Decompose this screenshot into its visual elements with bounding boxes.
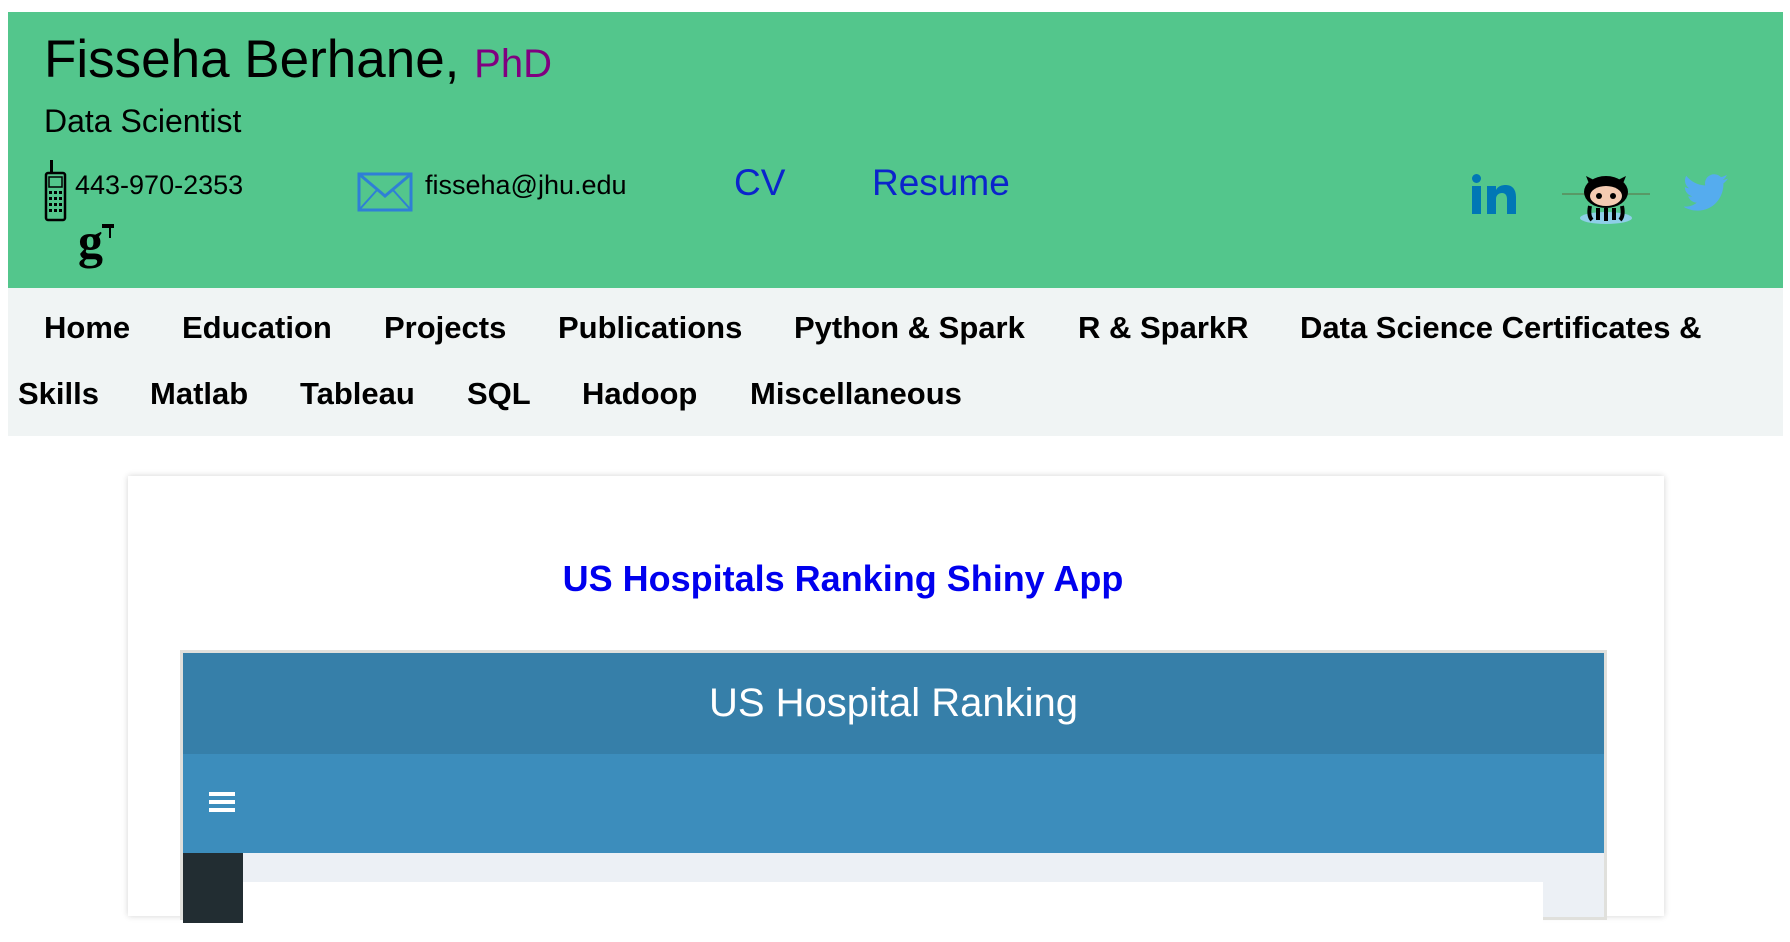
- app-navbar: [183, 754, 1604, 853]
- nav-item-python-spark[interactable]: Python & Spark: [794, 312, 1025, 343]
- linkedin-icon[interactable]: [1472, 174, 1516, 219]
- page-title[interactable]: US Hospitals Ranking Shiny App: [128, 558, 1558, 600]
- nav-item-miscellaneous[interactable]: Miscellaneous: [750, 378, 962, 409]
- author-name-text: Fisseha Berhane,: [44, 30, 460, 89]
- nav-item-tableau[interactable]: Tableau: [300, 378, 415, 409]
- twitter-icon[interactable]: [1683, 174, 1728, 217]
- phone-icon: [42, 160, 68, 227]
- resume-link[interactable]: Resume: [872, 162, 1010, 204]
- google-scholar-icon[interactable]: g: [76, 213, 116, 275]
- mail-icon[interactable]: [357, 172, 413, 217]
- author-name: Fisseha Berhane, PhD: [44, 28, 552, 92]
- nav-item-skills[interactable]: Skills: [18, 378, 99, 409]
- nav-item-data-science-certificates[interactable]: Data Science Certificates &: [1300, 312, 1701, 343]
- nav-item-education[interactable]: Education: [182, 312, 332, 343]
- degree-label: PhD: [474, 42, 552, 86]
- hamburger-menu-icon[interactable]: [209, 791, 235, 818]
- main-nav: Home Education Projects Publications Pyt…: [8, 288, 1783, 436]
- phone-number: 443-970-2353: [75, 170, 244, 200]
- job-title: Data Scientist: [44, 103, 242, 139]
- app-content-box: [243, 882, 1543, 942]
- embedded-shiny-app[interactable]: US Hospital Ranking: [180, 650, 1607, 942]
- nav-item-publications[interactable]: Publications: [558, 312, 742, 343]
- cv-link[interactable]: CV: [734, 162, 785, 204]
- app-sidebar: [183, 853, 243, 923]
- nav-item-r-sparkr[interactable]: R & SparkR: [1078, 312, 1249, 343]
- email-address[interactable]: fisseha@jhu.edu: [425, 170, 627, 201]
- nav-item-matlab[interactable]: Matlab: [150, 378, 248, 409]
- svg-text:g: g: [78, 218, 103, 269]
- app-header-title: US Hospital Ranking: [183, 653, 1604, 754]
- github-icon[interactable]: [1558, 170, 1654, 231]
- content-card: US Hospitals Ranking Shiny App US Hospit…: [128, 476, 1664, 942]
- site-header: Fisseha Berhane, PhD Data Scientist 443-…: [8, 12, 1783, 288]
- nav-item-projects[interactable]: Projects: [384, 312, 506, 343]
- nav-item-home[interactable]: Home: [44, 312, 130, 343]
- nav-item-sql[interactable]: SQL: [467, 378, 531, 409]
- nav-item-hadoop[interactable]: Hadoop: [582, 378, 697, 409]
